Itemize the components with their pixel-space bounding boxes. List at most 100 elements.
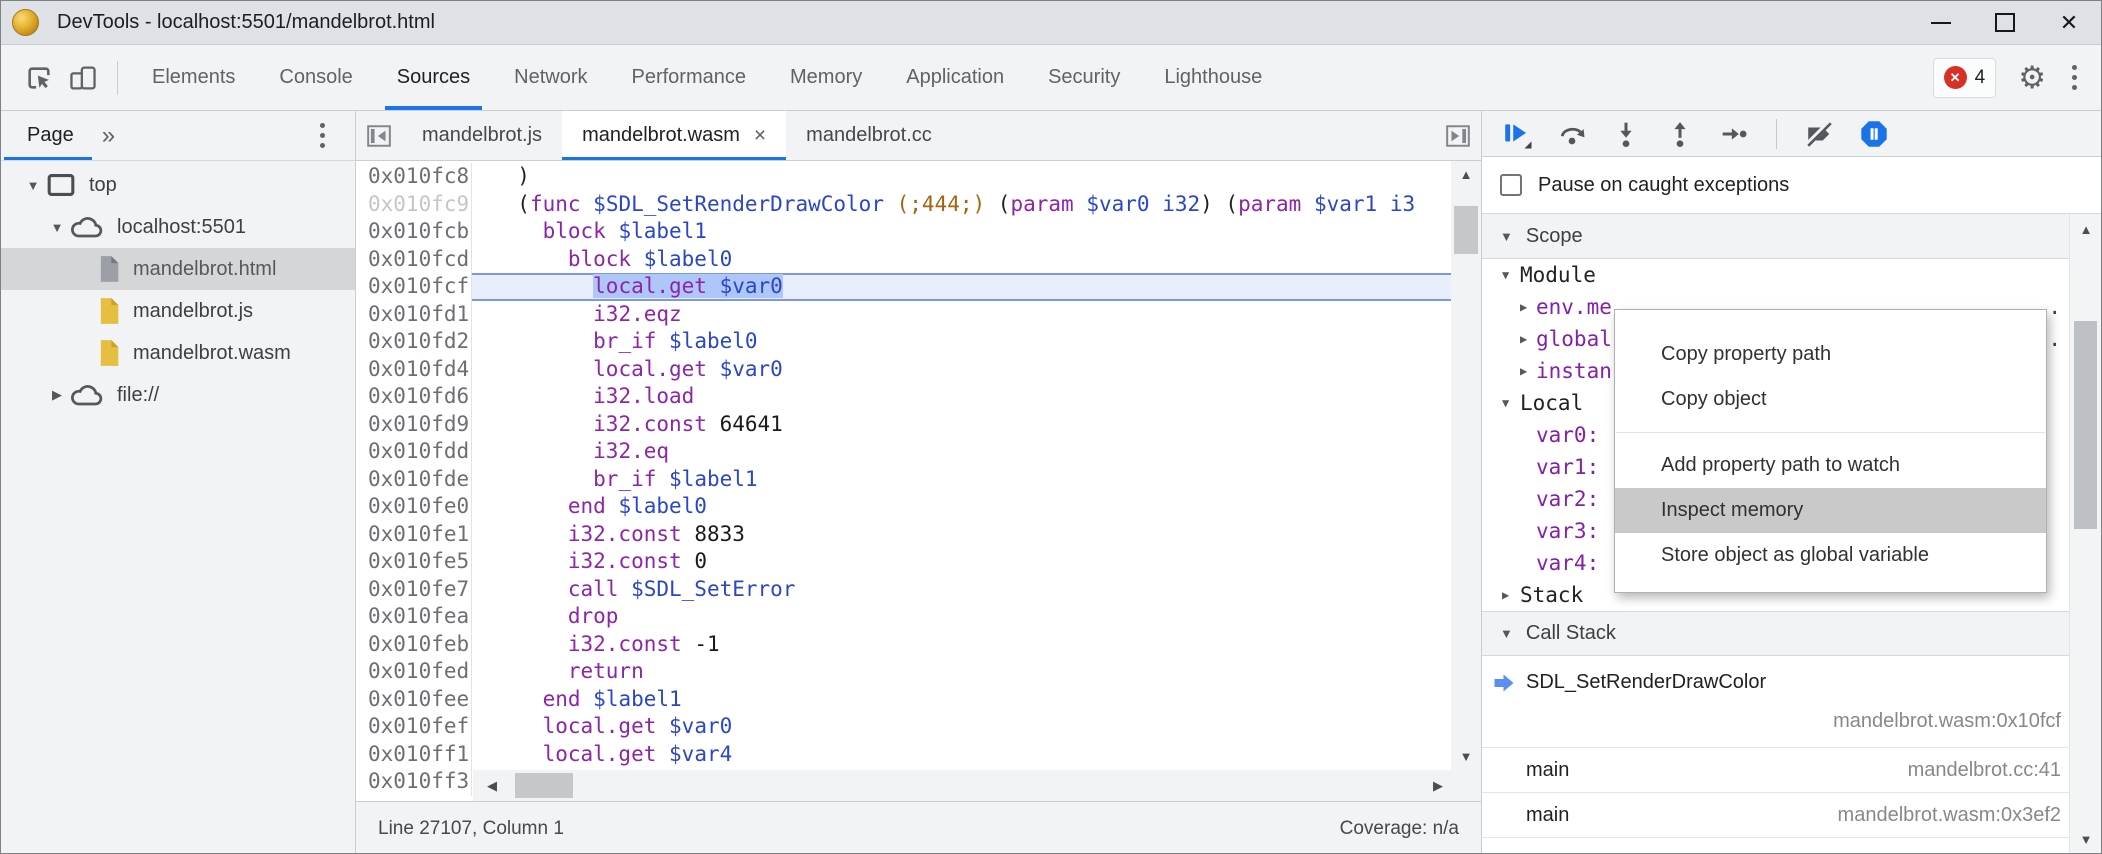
gutter-address[interactable]: 0x010fd4 [356,356,472,384]
gutter-address[interactable]: 0x010fde [356,466,472,494]
code-line[interactable]: 0x010fee end $label1 [356,686,1481,714]
gutter-address[interactable]: 0x010fcd [356,246,472,274]
resume-button[interactable] [1502,119,1532,149]
close-tab-icon[interactable]: × [754,125,766,146]
gutter-address[interactable]: 0x010fe7 [356,576,472,604]
gutter-address[interactable]: 0x010fcb [356,218,472,246]
device-toolbar-button[interactable] [61,54,105,102]
code-line-text[interactable]: block $label1 [472,218,1481,246]
show-right-panel-button[interactable] [1435,111,1481,160]
frame-location[interactable]: mandelbrot.cc:41 [1908,759,2061,782]
code-line[interactable]: 0x010fea drop [356,603,1481,631]
error-badge[interactable]: ✕ 4 [1933,58,1997,98]
sidebar-item-localhost-5501[interactable]: ▼localhost:5501 [1,206,355,248]
code-line-text[interactable]: i32.eqz [472,301,1481,329]
code-line-text[interactable]: drop [472,603,1481,631]
code-line-text[interactable]: i32.const 0 [472,548,1481,576]
code-line[interactable]: 0x010feb i32.const -1 [356,631,1481,659]
code-line[interactable]: 0x010fd9 i32.const 64641 [356,411,1481,439]
code-line-text[interactable]: (func $SDL_SetRenderDrawColor (;444;) (p… [472,191,1481,219]
gutter-address[interactable]: 0x010fe0 [356,493,472,521]
step-over-button[interactable] [1558,120,1586,148]
call-stack-frame[interactable]: mainmandelbrot.cc:41 [1482,748,2069,793]
code-line[interactable]: 0x010fc9 (func $SDL_SetRenderDrawColor (… [356,191,1481,219]
code-line[interactable]: 0x010fcf local.get $var0 [356,273,1481,301]
chevron-right-icon[interactable]: ▶ [1520,300,1527,314]
menu-item-store-object-as-global-variable[interactable]: Store object as global variable [1615,533,2046,578]
pause-on-exceptions-button[interactable] [1859,119,1889,149]
gutter-address[interactable]: 0x010fcf [356,273,472,301]
scroll-up-icon[interactable]: ▲ [1451,167,1481,182]
gutter-address[interactable]: 0x010fe5 [356,548,472,576]
maximize-button[interactable] [1973,1,2037,44]
more-tabs-icon[interactable]: » [102,122,115,150]
gutter-address[interactable]: 0x010fd6 [356,383,472,411]
menu-item-add-property-path-to-watch[interactable]: Add property path to watch [1615,443,2046,488]
code-line[interactable]: 0x010fcb block $label1 [356,218,1481,246]
editor-horizontal-scrollbar[interactable]: ◀ ▶ [473,770,1451,801]
scroll-right-icon[interactable]: ▶ [1433,770,1443,801]
editor-tab-mandelbrot-cc[interactable]: mandelbrot.cc [786,111,952,160]
chevron-down-icon[interactable]: ▼ [1502,396,1509,410]
tab-elements[interactable]: Elements [130,45,257,110]
chevron-down-icon[interactable]: ▼ [45,220,69,235]
scope-row-module[interactable]: ▼Module [1482,259,2067,291]
tab-lighthouse[interactable]: Lighthouse [1142,45,1284,110]
code-line[interactable]: 0x010fd4 local.get $var0 [356,356,1481,384]
gutter-address[interactable]: 0x010fc8 [356,163,472,191]
scroll-down-icon[interactable]: ▼ [1451,749,1481,764]
code-line[interactable]: 0x010fe5 i32.const 0 [356,548,1481,576]
menu-item-copy-object[interactable]: Copy object [1615,377,2046,422]
sidebar-item-mandelbrot-wasm[interactable]: mandelbrot.wasm [1,332,355,374]
close-button[interactable]: ✕ [2037,1,2101,44]
chevron-right-icon[interactable]: ▶ [45,387,69,403]
gutter-address[interactable]: 0x010fd2 [356,328,472,356]
more-options-icon[interactable] [2068,61,2081,94]
code-line[interactable]: 0x010fe0 end $label0 [356,493,1481,521]
code-line-text[interactable]: ) [472,163,1481,191]
tab-page[interactable]: Page [1,111,100,160]
scroll-up-icon[interactable]: ▲ [2070,222,2102,237]
settings-gear-icon[interactable]: ⚙ [2018,62,2046,93]
code-line[interactable]: 0x010fd2 br_if $label0 [356,328,1481,356]
code-line-text[interactable]: i32.const -1 [472,631,1481,659]
gutter-address[interactable]: 0x010ff3 [356,768,472,796]
gutter-address[interactable]: 0x010feb [356,631,472,659]
chevron-right-icon[interactable]: ▶ [1502,588,1509,602]
scope-section-header[interactable]: ▼ Scope [1482,214,2101,259]
chevron-right-icon[interactable]: ▶ [1520,332,1527,346]
sidebar-item-mandelbrot-html[interactable]: mandelbrot.html [1,248,355,290]
tab-console[interactable]: Console [257,45,374,110]
chevron-right-icon[interactable]: ▶ [1520,364,1527,378]
code-line-text[interactable]: call $SDL_SetError [472,576,1481,604]
inspect-element-button[interactable] [17,54,61,102]
frame-location[interactable]: mandelbrot.wasm:0x3ef2 [1838,804,2061,827]
frame-location[interactable]: mandelbrot.wasm:0x10fcf [1833,710,2061,733]
call-stack-section-header[interactable]: ▼ Call Stack [1482,611,2101,656]
gutter-address[interactable]: 0x010fef [356,713,472,741]
hide-navigator-button[interactable] [356,111,402,160]
sidebar-item-mandelbrot-js[interactable]: mandelbrot.js [1,290,355,332]
code-line-text[interactable]: end $label1 [472,686,1481,714]
menu-item-inspect-memory[interactable]: Inspect memory [1615,488,2046,533]
code-line[interactable]: 0x010fd1 i32.eqz [356,301,1481,329]
code-view[interactable]: 0x010fc8 )0x010fc9 (func $SDL_SetRenderD… [356,161,1481,801]
tab-network[interactable]: Network [492,45,609,110]
code-line-text[interactable]: block $label0 [472,246,1481,274]
code-line[interactable]: 0x010fe1 i32.const 8833 [356,521,1481,549]
code-line-text[interactable]: return [472,658,1481,686]
step-button[interactable] [1720,120,1748,148]
gutter-address[interactable]: 0x010fd9 [356,411,472,439]
editor-tab-mandelbrot-wasm[interactable]: mandelbrot.wasm× [562,111,786,160]
editor-tab-mandelbrot-js[interactable]: mandelbrot.js [402,111,562,160]
code-line[interactable]: 0x010fc8 ) [356,163,1481,191]
step-out-button[interactable] [1666,120,1694,148]
gutter-address[interactable]: 0x010fd1 [356,301,472,329]
panel-scrollbar[interactable]: ▲ ▼ [2069,214,2101,854]
code-line-text[interactable]: local.get $var0 [472,713,1481,741]
gutter-address[interactable]: 0x010fee [356,686,472,714]
code-line-text[interactable]: end $label0 [472,493,1481,521]
tab-performance[interactable]: Performance [610,45,769,110]
tab-sources[interactable]: Sources [375,45,492,110]
deactivate-breakpoints-button[interactable] [1805,120,1833,148]
